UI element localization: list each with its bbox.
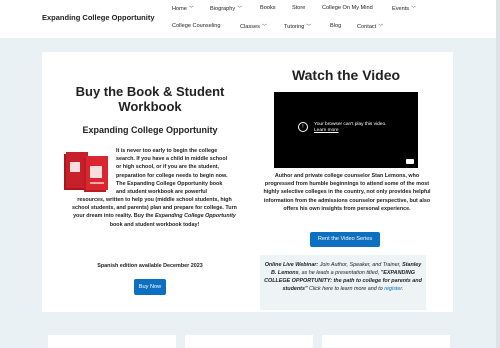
book-description: It is never too early to begin the colle… [116,148,228,196]
fullscreen-icon[interactable] [406,159,414,164]
book-cover-image[interactable] [62,148,112,196]
buy-now-button[interactable]: Buy Now [134,279,166,295]
site-header: Expanding College Opportunity Home ﹀ Biog… [0,0,500,38]
video-description: Author and private college counselor Sta… [263,173,431,212]
secondary-nav: College Counseling Classes ﹀ Tutoring ﹀ Bl… [172,23,452,31]
spanish-edition-note: Spanish edition available December 2023 [97,263,203,269]
video-player[interactable]: ! Your browser can't play this video. Le… [274,92,418,168]
lower-card-2 [185,335,313,348]
primary-nav: Home ﹀ Biography ﹀ Books Store College On … [172,5,452,13]
book-heading: Buy the Book & Student Workbook [75,84,225,114]
nav-item-classes[interactable]: Classes ﹀ [240,23,267,30]
nav-item-tutoring[interactable]: Tutoring ﹀ [284,23,311,30]
nav-item-books[interactable]: Books [260,5,276,11]
book-description-continued: resources, written to help you (middle s… [72,197,237,228]
info-icon: ! [298,122,308,132]
nav-item-events[interactable]: Events ﹀ [392,5,416,12]
page-scrollbar[interactable] [496,0,500,348]
nav-item-blog[interactable]: Blog [330,23,341,29]
chevron-down-icon: ﹀ [378,24,384,30]
nav-item-home[interactable]: Home ﹀ [172,5,194,12]
nav-item-contact[interactable]: Contact ﹀ [357,23,383,30]
nav-item-store[interactable]: Store [292,5,305,11]
register-link[interactable]: register [384,286,402,292]
site-title[interactable]: Expanding College Opportunity [42,13,155,22]
rent-video-series-button[interactable]: Rent the Video Series [310,232,380,247]
lower-card-3 [322,335,450,348]
chevron-down-icon: ﹀ [237,6,243,12]
learn-more-link[interactable]: Learn more [314,128,386,134]
chevron-down-icon: ﹀ [261,24,267,30]
book-subheading: Expanding College Opportunity [82,125,218,135]
chevron-down-icon: ﹀ [411,6,417,12]
chevron-down-icon: ﹀ [188,6,194,12]
nav-item-college-on-my-mind[interactable]: College On My Mind [322,5,373,11]
chevron-down-icon: ﹀ [306,24,312,30]
lower-card-1 [48,335,176,348]
webinar-notice: Online Live Webinar: Join Author, Speake… [260,255,426,310]
nav-item-biography[interactable]: Biography ﹀ [210,5,242,12]
video-heading: Watch the Video [291,67,401,83]
nav-item-college-counseling[interactable]: College Counseling [172,23,221,29]
